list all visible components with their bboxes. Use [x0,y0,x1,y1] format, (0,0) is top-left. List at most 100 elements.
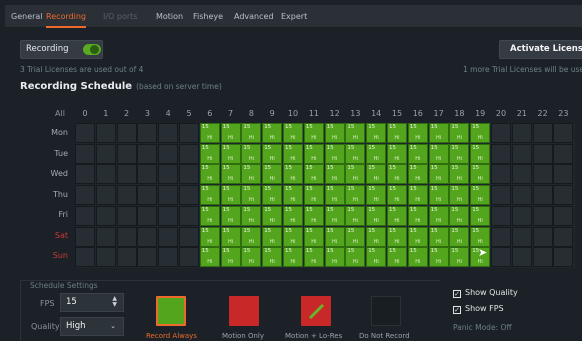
schedule-cell[interactable] [137,205,158,226]
schedule-cell[interactable]: 15 Hi [387,205,407,226]
schedule-cell[interactable] [532,123,553,143]
schedule-cell[interactable]: 15 Hi [220,164,241,185]
schedule-cell[interactable] [75,205,95,226]
hour-header-cell[interactable]: 9 [262,109,282,118]
schedule-cell[interactable]: 15 Hi [449,205,470,226]
schedule-cell[interactable] [553,185,574,206]
schedule-cell[interactable] [511,226,532,247]
schedule-cell[interactable]: 15 Hi [470,143,491,164]
schedule-cell[interactable]: 15 Hi [449,247,470,268]
schedule-cell[interactable] [137,164,158,185]
hour-header-cell[interactable]: 16 [408,109,428,118]
schedule-cell[interactable]: 15 Hi [387,143,407,164]
schedule-cell[interactable]: 15 Hi [241,123,262,143]
schedule-cell[interactable] [116,226,137,247]
schedule-cell[interactable]: 15 Hi [428,205,449,226]
schedule-cell[interactable]: 15 Hi [241,226,262,247]
schedule-cell[interactable]: 15 Hi [366,205,387,226]
tab-general[interactable]: General [11,5,43,28]
schedule-cell[interactable]: 15 Hi [303,185,324,206]
schedule-cell[interactable] [137,143,158,164]
schedule-cell[interactable]: 15 Hi [241,143,262,164]
schedule-cell[interactable] [75,164,95,185]
hour-header-cell[interactable]: 8 [241,109,261,118]
schedule-cell[interactable] [532,164,553,185]
schedule-cell[interactable]: 15 Hi [283,226,303,247]
schedule-cell[interactable] [158,143,179,164]
schedule-cell[interactable]: 15 Hi [303,143,324,164]
hour-header-cell[interactable]: 18 [449,109,469,118]
schedule-cell[interactable]: 15 Hi [449,164,470,185]
schedule-cell[interactable]: 15 Hi [345,247,366,268]
schedule-cell[interactable]: 15 Hi [449,123,470,143]
schedule-cell[interactable] [116,185,137,206]
schedule-cell[interactable] [179,205,199,226]
schedule-cell[interactable]: 15 Hi [470,205,491,226]
tab-expert[interactable]: Expert [281,5,307,28]
schedule-cell[interactable] [116,247,137,268]
tab-motion[interactable]: Motion [156,5,183,28]
schedule-cell[interactable] [75,123,95,143]
schedule-cell[interactable] [553,205,574,226]
schedule-cell[interactable]: 15 Hi [345,143,366,164]
schedule-cell[interactable] [532,247,553,268]
schedule-cell[interactable] [532,205,553,226]
schedule-cell[interactable] [95,185,116,206]
day-label[interactable]: Thu [20,190,68,199]
schedule-cell[interactable] [116,164,137,185]
hour-header-cell[interactable]: 17 [429,109,449,118]
hour-header-cell[interactable]: 19 [470,109,490,118]
schedule-cell[interactable]: 15 Hi [449,143,470,164]
schedule-cell[interactable]: 15 Hi [345,226,366,247]
schedule-cell[interactable]: 15 Hi [262,164,283,185]
schedule-cell[interactable]: 15 Hi [387,185,407,206]
schedule-cell[interactable] [511,123,532,143]
schedule-cell[interactable]: 15 Hi [241,247,262,268]
mode-motion-lores-button[interactable] [301,296,331,326]
schedule-cell[interactable]: 15 Hi [303,247,324,268]
schedule-cell[interactable]: 15 Hi [283,143,303,164]
tab-fisheye[interactable]: Fisheye [193,5,223,28]
schedule-cell[interactable] [158,123,179,143]
schedule-cell[interactable] [158,164,179,185]
schedule-cell[interactable] [95,226,116,247]
schedule-cell[interactable]: 15 Hi [470,185,491,206]
schedule-cell[interactable]: 15 Hi [387,247,407,268]
schedule-cell[interactable] [75,226,95,247]
schedule-cell[interactable]: 15 Hi [199,205,220,226]
schedule-cell[interactable] [553,143,574,164]
schedule-cell[interactable] [511,247,532,268]
schedule-cell[interactable]: 15 Hi [199,226,220,247]
hour-header-cell[interactable]: 7 [221,109,241,118]
schedule-cell[interactable]: 15 Hi [241,185,262,206]
schedule-cell[interactable] [116,123,137,143]
schedule-cell[interactable]: 15 Hi [428,226,449,247]
schedule-cell[interactable] [553,164,574,185]
schedule-cell[interactable]: 15 Hi [428,123,449,143]
schedule-cell[interactable] [511,205,532,226]
schedule-cell[interactable] [511,143,532,164]
schedule-cell[interactable]: 15 Hi [428,143,449,164]
schedule-cell[interactable] [95,205,116,226]
day-label[interactable]: Tue [20,149,68,158]
schedule-cell[interactable] [491,143,511,164]
tab-advanced[interactable]: Advanced [234,5,274,28]
hour-header-cell[interactable]: 5 [179,109,199,118]
schedule-cell[interactable]: 15 Hi [428,185,449,206]
hour-header-cell[interactable]: 6 [200,109,220,118]
schedule-cell[interactable]: 15 Hi [387,164,407,185]
schedule-cell[interactable]: 15 Hi [199,164,220,185]
quality-select[interactable]: High ⌄ [60,317,124,336]
schedule-cell[interactable]: 15 Hi [220,247,241,268]
schedule-cell[interactable] [137,247,158,268]
hour-header-cell[interactable]: 13 [345,109,365,118]
schedule-cell[interactable]: 15 Hi [283,205,303,226]
schedule-cell[interactable] [95,143,116,164]
schedule-cell[interactable] [179,143,199,164]
schedule-cell[interactable]: 15 Hi [262,123,283,143]
schedule-cell[interactable] [75,185,95,206]
schedule-cell[interactable] [491,226,511,247]
schedule-cell[interactable] [179,123,199,143]
schedule-cell[interactable]: 15 Hi [366,185,387,206]
schedule-cell[interactable]: 15 Hi [262,247,283,268]
